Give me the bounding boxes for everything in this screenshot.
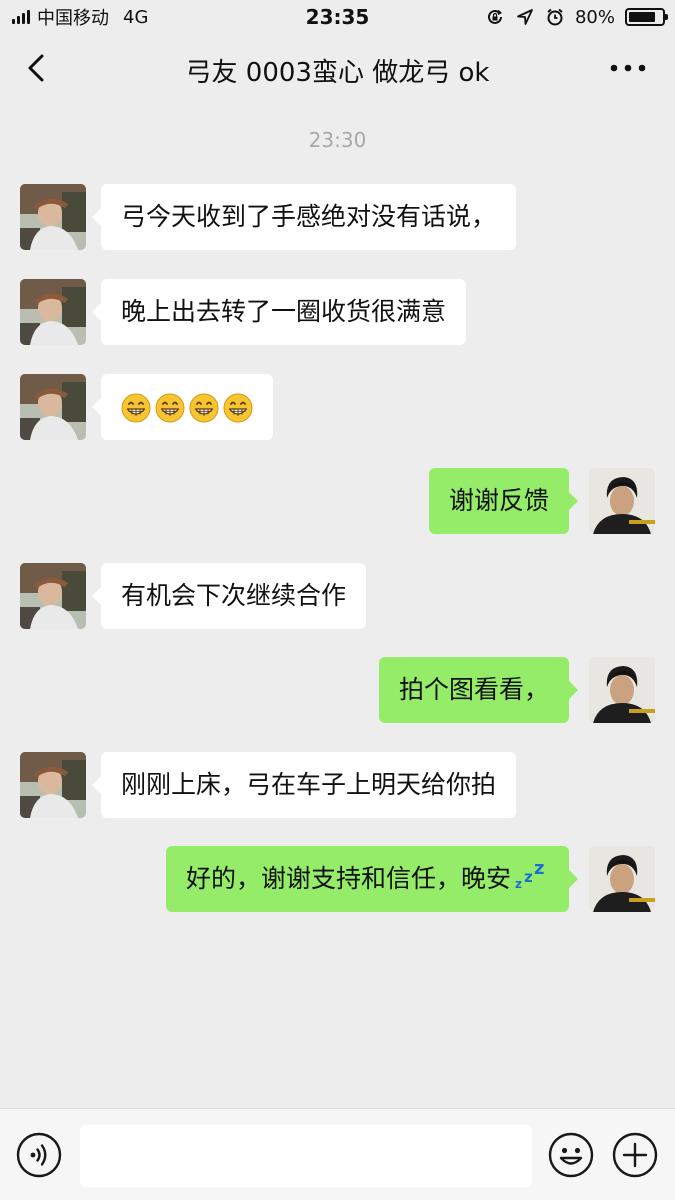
message-text: 刚刚上床，弓在车子上明天给你拍 [121, 770, 497, 799]
contact-avatar[interactable] [20, 184, 86, 250]
chat-area[interactable]: 23:30 弓今天收到了手感绝对没有话说， 晚上出去转了一圈收货很满意 谢谢反馈… [0, 104, 675, 1108]
message-text: 有机会下次继续合作 [121, 581, 347, 610]
message-text: 弓今天收到了手感绝对没有话说， [121, 202, 497, 231]
svg-text:z: z [534, 858, 544, 879]
battery-icon [625, 8, 668, 26]
message-text: 谢谢反馈 [448, 486, 549, 515]
message-input[interactable] [80, 1125, 532, 1187]
my-avatar[interactable] [589, 846, 655, 912]
message-bubble[interactable]: 拍个图看看， [378, 657, 579, 723]
more-dots-icon[interactable] [603, 48, 653, 88]
grinning-face-emoji [121, 393, 151, 423]
svg-text:z: z [515, 877, 522, 891]
chat-title: 弓友 0003蛮心 做龙弓 ok [185, 58, 490, 88]
message-bubble[interactable]: 好的，谢谢支持和信任，晚安 z z z [165, 846, 579, 912]
message-bubble[interactable]: 谢谢反馈 [428, 468, 579, 534]
alarm-icon [547, 8, 563, 26]
message-bubble[interactable]: 晚上出去转了一圈收货很满意 [91, 279, 467, 345]
zzz-emoji: z z z [515, 858, 544, 891]
message-timestamp: 23:30 [308, 128, 367, 152]
message-bubble[interactable]: 刚刚上床，弓在车子上明天给你拍 [91, 752, 517, 818]
my-avatar[interactable] [589, 468, 655, 534]
svg-text:z: z [524, 868, 533, 886]
message-text: 晚上出去转了一圈收货很满意 [121, 297, 447, 326]
smiley-icon[interactable] [548, 1132, 594, 1178]
message-text: 好的，谢谢支持和信任，晚安 [185, 864, 511, 893]
location-arrow-icon [517, 9, 533, 25]
message-bubble[interactable]: 有机会下次继续合作 [91, 563, 367, 629]
message-bubble[interactable]: 弓今天收到了手感绝对没有话说， [91, 184, 517, 250]
my-avatar[interactable] [589, 657, 655, 723]
message-text: 拍个图看看， [398, 675, 549, 704]
voice-icon[interactable] [16, 1132, 62, 1178]
contact-avatar[interactable] [20, 374, 86, 440]
input-bar [0, 1108, 675, 1200]
grinning-face-emoji [223, 393, 253, 423]
status-bar: 中国移动 4G 23:35 80% [0, 0, 675, 34]
grinning-face-emoji [189, 393, 219, 423]
contact-avatar[interactable] [20, 279, 86, 345]
chevron-left-icon[interactable] [18, 48, 58, 88]
contact-avatar[interactable] [20, 752, 86, 818]
nav-bar: 弓友 0003蛮心 做龙弓 ok [0, 34, 675, 104]
battery-percent: 80% [574, 6, 615, 28]
grinning-face-emoji [155, 393, 185, 423]
plus-circle-icon[interactable] [612, 1132, 658, 1178]
message-bubble[interactable] [92, 374, 273, 440]
contact-avatar[interactable] [20, 563, 86, 629]
lock-rotation-icon [488, 9, 503, 24]
